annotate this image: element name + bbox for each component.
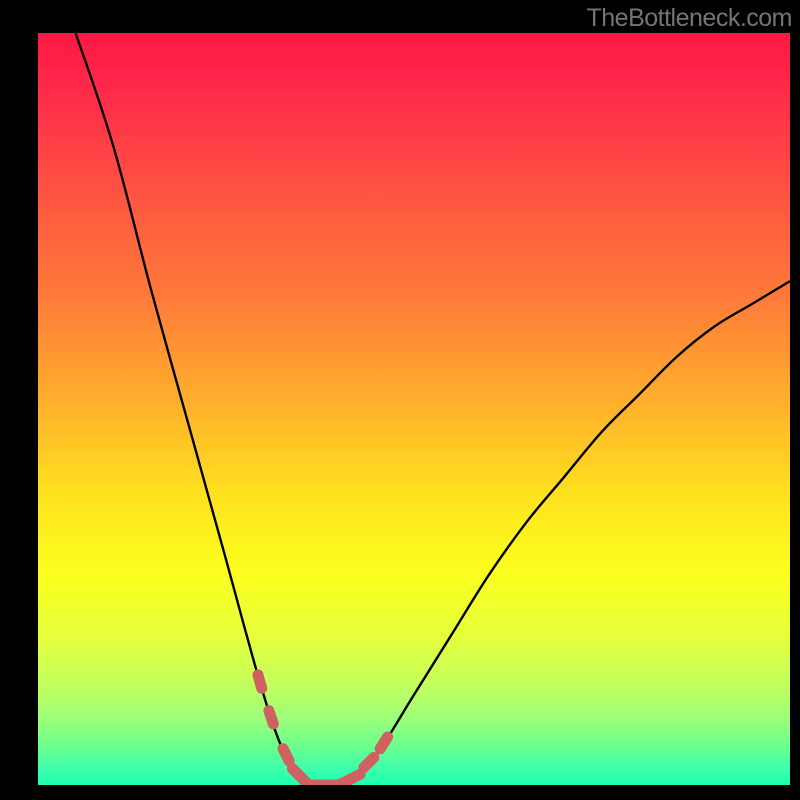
plot-area: [38, 33, 790, 785]
watermark-text: TheBottleneck.com: [587, 4, 793, 33]
bottleneck-curve: [38, 33, 790, 785]
